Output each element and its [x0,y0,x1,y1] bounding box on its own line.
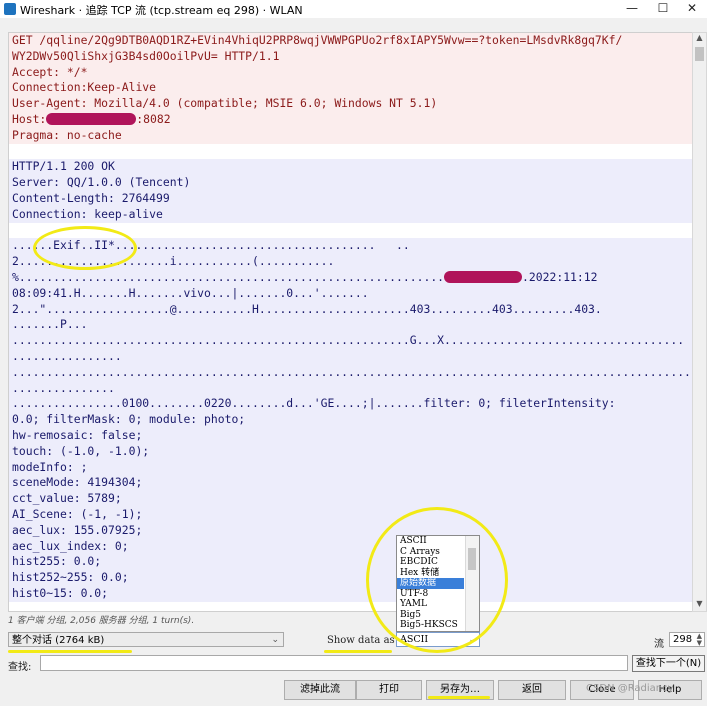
request-line: Accept: */* [9,64,692,81]
body-line: hw-remosaic: false; [9,427,692,444]
dropdown-scrollbar[interactable] [465,536,479,631]
maximize-button[interactable]: ☐ [648,1,678,17]
response-line: Content-Length: 2764499 [9,190,692,207]
host-label: Host: [12,111,47,126]
format-select[interactable]: ASCII ⌄ [396,632,480,647]
request-line: Pragma: no-cache [9,127,692,144]
body-line: ......Exif..II*.........................… [9,238,692,255]
spinner-arrows-icon[interactable]: ▲ ▼ [697,633,702,647]
find-input[interactable] [40,655,628,671]
response-line: HTTP/1.1 200 OK [9,159,692,176]
format-dropdown[interactable]: ASCII C Arrays EBCDIC Hex 转储 原始数据 UTF-8 YAML Bi… [396,535,480,632]
show-data-as-label: Show data as [327,635,395,646]
stream-content[interactable]: GET /qqline/2Qg9DTB0AQD1RZ+EVin4VhiqU2PR… [8,32,693,612]
scroll-up-icon[interactable]: ▲ [693,33,706,45]
body-line: ................ [9,348,692,365]
redaction-mark [444,271,523,284]
show-data-underline [324,650,392,653]
stream-number-spinner[interactable]: 298 ▲ ▼ [669,632,705,647]
body-line: AI_Scene: (-1, -1); [9,506,692,523]
wireshark-icon [4,3,16,15]
redaction-mark [46,113,137,126]
stream-number-value: 298 [673,634,693,645]
body-line: sceneMode: 4194304; [9,475,692,492]
find-label: 查找: [8,662,32,673]
response-line: Connection: keep-alive [9,206,692,223]
body-line: hist255: 0.0; [9,554,692,571]
host-port: :8082 [136,111,171,126]
print-button[interactable]: 打印 [356,680,422,700]
body-line: ................0100........0220........… [9,396,692,413]
body-line-redacted: %.......................................… [9,269,692,286]
body-line: touch: (-1.0, -1.0); [9,443,692,460]
body-line: 08:09:41.H.......H.......vivo...|.......… [9,285,692,302]
chevron-down-icon: ⌄ [271,635,279,645]
request-line: WY2DWv50QliShxjG3B4sd0OoilPvU= HTTP/1.1 [9,48,692,65]
save-as-button[interactable]: 另存为… [426,680,494,700]
minimize-button[interactable]: — [617,1,647,17]
host-line: Host: :8082 [9,111,692,128]
response-line: Server: QQ/1.0.0 (Tencent) [9,175,692,191]
body-line: 0.0; filterMask: 0; module: photo; [9,412,692,428]
scroll-down-icon[interactable]: ▼ [693,599,706,611]
request-line: GET /qqline/2Qg9DTB0AQD1RZ+EVin4VhiqU2PR… [9,33,692,49]
vertical-scrollbar[interactable]: ▲ ▼ [692,32,707,612]
back-button[interactable]: 返回 [498,680,566,700]
find-next-button[interactable]: 查找下一个(N) [632,655,705,672]
body-line: 2......................i...........(....… [9,254,692,270]
conversation-select[interactable]: 整个对话 (2764 kB) ⌄ [8,632,284,647]
body-text: .2022:11:12 [522,269,598,284]
title-bar: Wireshark · 追踪 TCP 流 (tcp.stream eq 298)… [0,0,707,18]
body-line: aec_lux_index: 0; [9,538,692,555]
watermark: CSDN @Radiancy [586,683,674,694]
body-line: hist0~15: 0.0; [9,585,692,602]
close-window-button[interactable]: ✕ [677,1,707,17]
body-line: hist252~255: 0.0; [9,570,692,586]
request-line: Connection:Keep-Alive [9,80,692,97]
body-line: aec_lux: 155.07925; [9,522,692,539]
packet-stats: 1 客户端 分组, 2,056 服务器 分组, 1 turn(s). [8,616,195,626]
body-line: ............... [9,380,692,397]
dropdown-scroll-thumb[interactable] [468,548,476,570]
body-line: .......P... [9,317,692,334]
body-line: 2..."..................@...........H....… [9,301,692,318]
filter-out-stream-button[interactable]: 滤掉此流 [284,680,356,700]
format-select-value: ASCII [400,634,429,645]
body-text: %.......................................… [12,269,445,284]
body-line: ........................................… [9,364,692,381]
request-line: User-Agent: Mozilla/4.0 (compatible; MSI… [9,96,692,112]
scroll-thumb[interactable] [695,47,704,61]
format-option[interactable]: 原始数据 [397,578,464,589]
body-line: ........................................… [9,333,692,349]
body-line: cct_value: 5789; [9,491,692,507]
conversation-select-value: 整个对话 (2764 kB) [12,635,105,646]
body-line: modeInfo: ; [9,459,692,476]
chevron-down-icon: ⌄ [468,635,476,645]
window-title: Wireshark · 追踪 TCP 流 (tcp.stream eq 298)… [20,4,303,17]
stream-label: 流 [654,639,664,650]
conversation-underline [8,650,132,653]
body-lines: 08:09:41.H.......H.......vivo...|.......… [9,285,692,602]
